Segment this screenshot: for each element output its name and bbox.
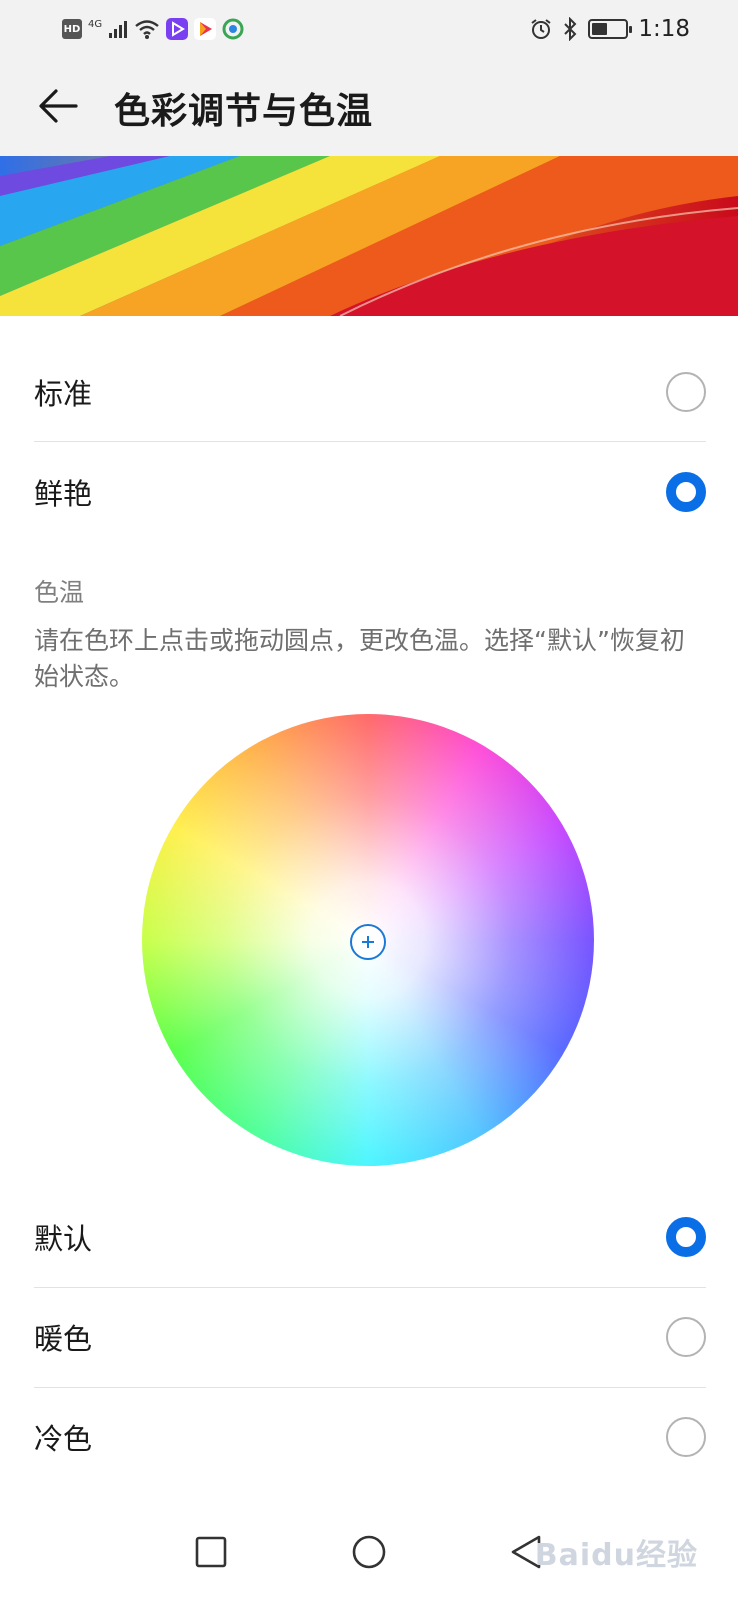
- recent-apps-button[interactable]: [183, 1524, 239, 1580]
- battery-level: [592, 23, 607, 35]
- app-play-icon: [194, 18, 217, 40]
- app-header: 色彩调节与色温: [0, 56, 738, 156]
- radio-standard[interactable]: [666, 372, 706, 412]
- recent-apps-icon: [195, 1536, 227, 1568]
- option-cool[interactable]: 冷色: [34, 1387, 706, 1487]
- clock: 1:18: [638, 16, 690, 42]
- option-label: 标准: [34, 377, 93, 411]
- section-description: 请在色环上点击或拖动圆点，更改色温。选择“默认”恢复初始状态。: [34, 626, 685, 691]
- status-right: 1:18: [530, 16, 690, 42]
- battery-icon: [588, 19, 633, 39]
- app-camera-icon: [222, 18, 244, 40]
- option-warm[interactable]: 暖色: [34, 1287, 706, 1387]
- status-left: HD 4G: [62, 16, 244, 42]
- app-video-icon: [166, 18, 189, 40]
- watermark: Baidu经验: [534, 1538, 698, 1573]
- radio-vivid[interactable]: [666, 472, 706, 512]
- option-vivid[interactable]: 鲜艳: [34, 442, 706, 542]
- page-title: 色彩调节与色温: [114, 91, 374, 132]
- arrow-left-icon: [39, 89, 78, 123]
- bluetooth-icon: [564, 17, 577, 41]
- back-button[interactable]: [30, 78, 86, 134]
- plus-icon: [362, 936, 374, 948]
- option-label: 鲜艳: [34, 477, 93, 511]
- option-label: 暖色: [34, 1322, 93, 1356]
- home-button[interactable]: [341, 1524, 397, 1580]
- header-banner-image: [0, 156, 738, 316]
- option-label: 默认: [34, 1222, 93, 1256]
- home-icon: [352, 1535, 386, 1569]
- radio-cool[interactable]: [666, 1417, 706, 1457]
- radio-default[interactable]: [666, 1217, 706, 1257]
- status-bar: HD 4G 1:18: [0, 0, 738, 56]
- signal-icon: [109, 21, 128, 38]
- radio-warm[interactable]: [666, 1317, 706, 1357]
- network-type: 4G: [88, 18, 103, 30]
- section-title-color-temp: 色温: [34, 578, 85, 607]
- color-wheel-handle[interactable]: [350, 924, 386, 960]
- navigation-bar: Baidu经验: [0, 1500, 738, 1600]
- option-label: 冷色: [34, 1422, 93, 1456]
- option-standard[interactable]: 标准: [34, 342, 706, 442]
- option-default[interactable]: 默认: [34, 1187, 706, 1287]
- wifi-icon: [135, 20, 159, 39]
- rainbow-illustration: [0, 156, 738, 316]
- alarm-icon: [531, 19, 551, 39]
- hd-icon: HD: [62, 19, 82, 39]
